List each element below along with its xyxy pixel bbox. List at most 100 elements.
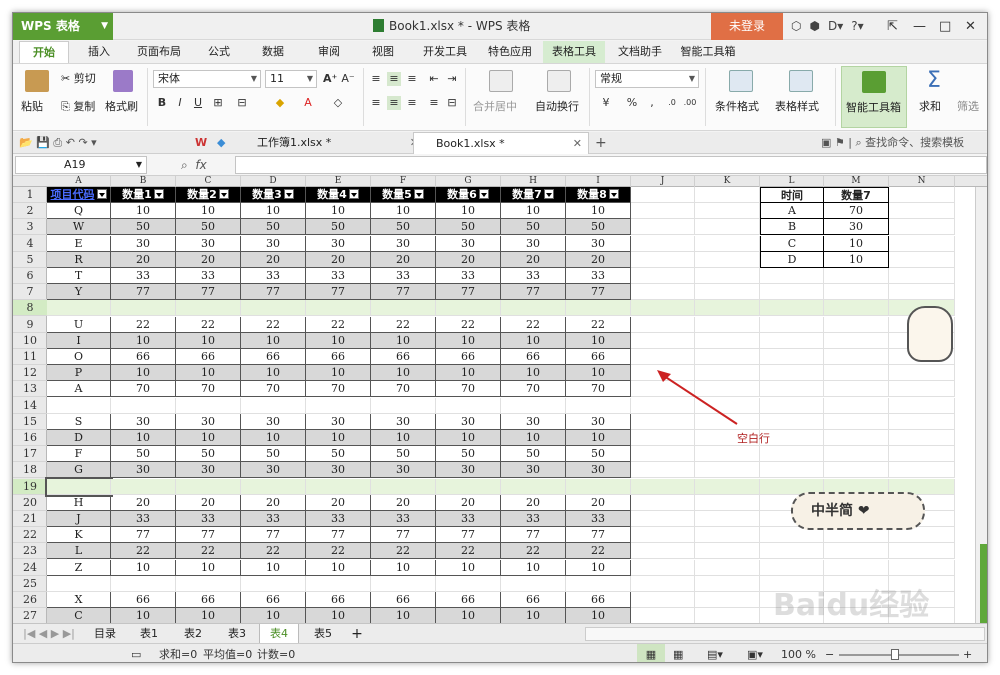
cell[interactable] [889,219,955,236]
cell[interactable] [695,349,760,365]
row-header[interactable]: 22 [13,527,47,544]
cell[interactable]: 10 [436,608,501,623]
indent-increase-icon[interactable]: ⇥ [445,72,459,86]
cell[interactable]: 10 [501,608,566,623]
filter-dropdown-icon[interactable] [478,189,489,199]
cell[interactable]: 10 [566,365,631,382]
reading-view-icon[interactable]: ▣▾ [747,644,763,662]
cell[interactable] [824,397,889,414]
cell[interactable]: 70 [111,381,176,398]
cell[interactable]: 70 [436,381,501,398]
cell[interactable] [824,430,889,446]
bold-button[interactable]: B [155,96,169,110]
cell[interactable]: 77 [371,284,436,301]
cell[interactable] [824,559,889,576]
cell[interactable]: 33 [111,511,176,527]
cell[interactable]: 77 [436,527,501,544]
cell[interactable] [824,462,889,479]
font-size-select[interactable]: 11 ▼ [265,70,317,88]
cell[interactable]: 10 [436,203,501,220]
cell[interactable]: 10 [241,203,306,220]
column-header-D[interactable]: D [241,176,306,187]
undo-icon[interactable]: ↶ [66,136,75,149]
cell[interactable]: 10 [111,203,176,220]
cell[interactable]: 50 [436,446,501,463]
cell[interactable] [695,592,760,608]
cell[interactable]: 10 [176,203,241,220]
cell[interactable]: 30 [241,462,306,479]
filter-dropdown-icon[interactable] [283,189,294,199]
cell[interactable]: 22 [176,316,241,333]
font-name-select[interactable]: 宋体 ▼ [153,70,261,88]
cell[interactable] [889,413,955,430]
cell[interactable] [47,575,111,592]
cell[interactable] [631,462,695,479]
cell[interactable] [889,543,955,560]
cell[interactable] [176,478,241,495]
pin-icon[interactable]: ▣ [821,136,831,149]
cell[interactable]: 数量4 [306,187,371,203]
cell[interactable]: 10 [176,559,241,576]
cell[interactable] [760,397,824,414]
merge-icon[interactable]: ⊟ [235,96,249,110]
column-header-C[interactable]: C [176,176,241,187]
row-header[interactable]: 21 [13,511,47,527]
cell[interactable]: 77 [176,284,241,301]
cell[interactable]: 77 [566,284,631,301]
page-layout-view-icon[interactable]: ▤▾ [707,644,723,662]
cell[interactable]: 33 [566,268,631,284]
cell[interactable] [371,575,436,592]
cell[interactable]: E [47,235,111,252]
tab-formula[interactable]: 公式 [197,41,241,63]
cell[interactable]: 66 [566,592,631,608]
cell[interactable]: 50 [176,446,241,463]
cell[interactable]: 77 [371,527,436,544]
cell[interactable]: A [760,203,824,220]
cell[interactable]: 10 [111,430,176,446]
sheet-tab-toc[interactable]: 目录 [85,624,125,644]
cell[interactable]: 33 [241,511,306,527]
cell[interactable] [760,300,824,317]
tab-page-layout[interactable]: 页面布局 [129,41,189,63]
cell[interactable] [889,251,955,268]
tab-features[interactable]: 特色应用 [479,41,541,63]
row-header[interactable]: 14 [13,398,47,414]
cell[interactable]: 数量1 [111,187,176,203]
tab-insert[interactable]: 插入 [75,41,123,63]
cell[interactable] [889,268,955,284]
cell[interactable]: 10 [306,430,371,446]
cell[interactable] [824,446,889,463]
sheet-tab-2[interactable]: 表2 [173,624,213,644]
tab-data[interactable]: 数据 [251,41,295,63]
cell[interactable] [436,300,501,317]
filter-dropdown-icon[interactable] [543,189,554,199]
cell[interactable] [111,300,176,317]
cell[interactable]: 22 [306,316,371,333]
new-tab-icon[interactable]: + [595,132,607,154]
cell[interactable]: 22 [501,316,566,333]
cell[interactable] [824,316,889,333]
cell[interactable]: 10 [371,365,436,382]
column-header-J[interactable]: J [631,176,695,187]
cell[interactable]: 10 [436,430,501,446]
cell[interactable]: 22 [566,543,631,560]
align-bottom-icon[interactable]: ≡ [405,72,419,86]
cell[interactable] [631,332,695,349]
cell[interactable]: 77 [501,527,566,544]
indent-decrease-icon[interactable]: ⇤ [427,72,441,86]
column-header-K[interactable]: K [695,176,760,187]
cell[interactable]: 66 [111,349,176,365]
cell[interactable]: 22 [371,543,436,560]
row-header[interactable]: 27 [13,608,47,623]
cell[interactable]: 10 [241,608,306,623]
cell[interactable] [695,187,760,203]
cell[interactable]: 10 [371,203,436,220]
tab-home[interactable]: 开始 [19,41,69,63]
cell[interactable]: 70 [176,381,241,398]
decrease-decimal-icon[interactable]: .00 [683,96,697,110]
clear-format-icon[interactable]: ◇ [331,96,345,110]
cell[interactable] [631,349,695,365]
cell[interactable]: 10 [241,559,306,576]
row-header[interactable]: 25 [13,576,47,592]
cell[interactable]: 22 [111,543,176,560]
